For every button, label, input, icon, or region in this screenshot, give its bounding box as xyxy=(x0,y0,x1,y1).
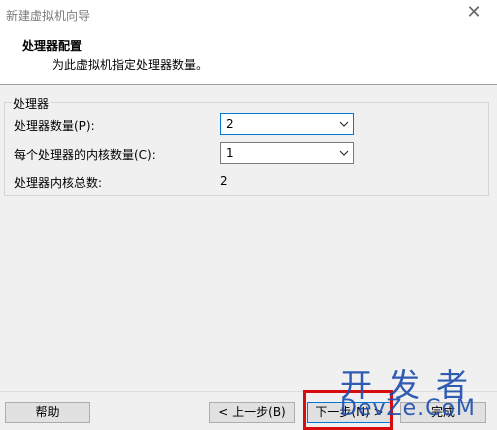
back-button[interactable]: < 上一步(B) xyxy=(209,402,295,423)
chevron-down-icon xyxy=(339,150,349,156)
help-button[interactable]: 帮助 xyxy=(5,402,90,423)
window-title: 新建虚拟机向导 xyxy=(6,9,91,23)
cores-per-processor-select[interactable]: 1 xyxy=(220,142,354,164)
chevron-down-icon xyxy=(339,121,349,127)
close-icon[interactable]: ✕ xyxy=(465,4,483,22)
processor-count-select[interactable]: 2 xyxy=(220,113,354,135)
page-title: 处理器配置 xyxy=(22,39,83,53)
processor-group-label: 处理器 xyxy=(12,95,51,112)
cores-per-processor-value: 1 xyxy=(226,146,234,160)
cores-per-processor-label: 每个处理器的内核数量(C): xyxy=(14,148,156,162)
processor-count-label: 处理器数量(P): xyxy=(14,119,95,133)
page-subtitle: 为此虚拟机指定处理器数量。 xyxy=(52,58,209,72)
watermark-logo-domain: DevZe.CoM xyxy=(340,396,476,421)
total-cores-label: 处理器内核总数: xyxy=(14,176,103,190)
title-bar: 新建虚拟机向导 ✕ xyxy=(0,0,497,30)
total-cores-value: 2 xyxy=(220,174,228,188)
processor-count-value: 2 xyxy=(226,117,234,131)
header-divider xyxy=(0,84,497,85)
wizard-header: 处理器配置 为此虚拟机指定处理器数量。 xyxy=(0,30,497,84)
